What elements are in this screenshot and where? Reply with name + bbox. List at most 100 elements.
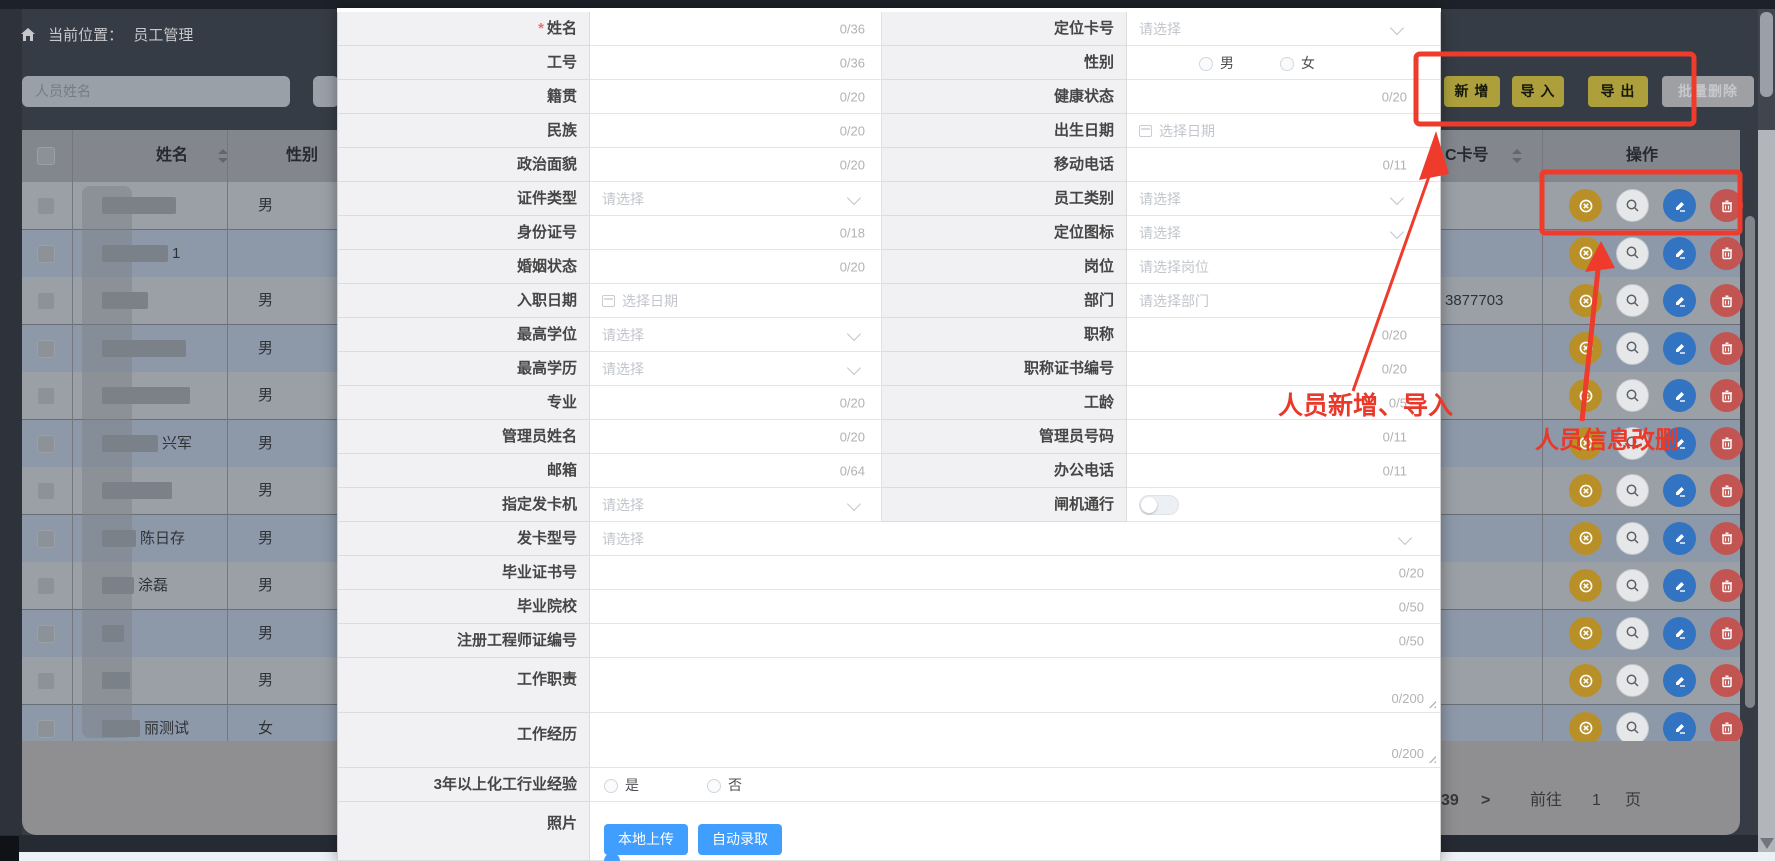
select-placeholder[interactable]: 请选择 <box>602 529 644 549</box>
chevron-down-icon[interactable] <box>1390 224 1404 238</box>
auto-capture-button[interactable]: 自动录取 <box>698 824 782 855</box>
field-input[interactable]: 请选择 <box>590 352 882 386</box>
row-checkbox[interactable] <box>37 340 55 358</box>
field-input[interactable]: 请选择 <box>590 318 882 352</box>
view-icon[interactable] <box>1616 237 1649 270</box>
field-input[interactable]: 请选择 <box>1127 216 1440 250</box>
row-checkbox[interactable] <box>37 530 55 548</box>
table-scrollbar-thumb[interactable] <box>1745 216 1755 708</box>
date-placeholder[interactable]: 选择日期 <box>1159 121 1215 141</box>
page-scrollbar-thumb[interactable] <box>1760 12 1773 97</box>
field-input[interactable]: 请选择 <box>590 522 1440 556</box>
resize-handle-icon[interactable] <box>1426 698 1436 708</box>
delete-icon[interactable] <box>1710 712 1743 745</box>
field-input[interactable]: 0/18 <box>590 216 882 250</box>
input-placeholder[interactable]: 请选择岗位 <box>1139 257 1209 277</box>
view-icon[interactable] <box>1616 284 1649 317</box>
date-placeholder[interactable]: 选择日期 <box>622 291 678 311</box>
field-input[interactable] <box>1127 488 1440 522</box>
view-icon[interactable] <box>1616 569 1649 602</box>
select-placeholder[interactable]: 请选择 <box>1139 189 1181 209</box>
delete-icon[interactable] <box>1710 237 1743 270</box>
card-revoke-icon[interactable] <box>1569 284 1602 317</box>
field-input[interactable]: 选择日期 <box>1127 114 1440 148</box>
add-button[interactable]: 新 增 <box>1444 76 1500 107</box>
radio-option[interactable]: 否 <box>707 775 742 795</box>
select-placeholder[interactable]: 请选择 <box>1139 19 1181 39</box>
field-input[interactable]: 0/20 <box>590 148 882 182</box>
scroll-down-icon[interactable] <box>1743 722 1757 733</box>
row-checkbox[interactable] <box>37 720 55 738</box>
field-input[interactable]: 0/20 <box>590 556 1440 590</box>
delete-icon[interactable] <box>1710 569 1743 602</box>
next-page-button[interactable]: > <box>1481 791 1490 811</box>
edit-icon[interactable] <box>1663 379 1696 412</box>
field-input[interactable]: 0/20 <box>590 80 882 114</box>
view-icon[interactable] <box>1616 522 1649 555</box>
field-input[interactable]: 0/20 <box>590 420 882 454</box>
radio-icon[interactable] <box>1280 57 1294 71</box>
edit-icon[interactable] <box>1663 237 1696 270</box>
search-input[interactable]: 人员姓名 <box>22 76 290 107</box>
edit-icon[interactable] <box>1663 474 1696 507</box>
select-placeholder[interactable]: 请选择 <box>602 495 644 515</box>
field-input[interactable]: 请选择 <box>590 488 882 522</box>
column-header-gender[interactable]: 性别 <box>267 130 337 182</box>
delete-icon[interactable] <box>1710 427 1743 460</box>
select-all-checkbox[interactable] <box>37 147 55 165</box>
card-revoke-icon[interactable] <box>1569 617 1602 650</box>
resize-handle-icon[interactable] <box>1426 753 1436 763</box>
field-input[interactable]: 选择日期 <box>590 284 882 318</box>
radio-option[interactable]: 男 <box>1199 53 1234 73</box>
card-revoke-icon[interactable] <box>1569 522 1602 555</box>
row-checkbox[interactable] <box>37 387 55 405</box>
chevron-down-icon[interactable] <box>847 190 861 204</box>
chevron-down-icon[interactable] <box>847 326 861 340</box>
chevron-down-icon[interactable] <box>1398 530 1412 544</box>
row-checkbox[interactable] <box>37 245 55 263</box>
row-checkbox[interactable] <box>37 672 55 690</box>
row-checkbox[interactable] <box>37 292 55 310</box>
calendar-icon[interactable] <box>1139 125 1152 137</box>
card-revoke-icon[interactable] <box>1569 712 1602 745</box>
chevron-down-icon[interactable] <box>847 496 861 510</box>
edit-icon[interactable] <box>1663 617 1696 650</box>
column-header-ic-card[interactable]: C卡号 <box>1445 130 1489 182</box>
field-input[interactable]: 0/50 <box>590 590 1440 624</box>
field-input[interactable]: 男女 <box>1127 46 1440 80</box>
field-input[interactable]: 0/11 <box>1127 420 1440 454</box>
card-revoke-icon[interactable] <box>1569 237 1602 270</box>
radio-option[interactable]: 女 <box>1280 53 1315 73</box>
local-upload-button[interactable]: 本地上传 <box>604 824 688 855</box>
calendar-icon[interactable] <box>602 295 615 307</box>
view-icon[interactable] <box>1616 617 1649 650</box>
delete-icon[interactable] <box>1710 379 1743 412</box>
view-icon[interactable] <box>1616 332 1649 365</box>
field-input[interactable]: 0/11 <box>1127 148 1440 182</box>
scroll-up-icon[interactable] <box>1743 197 1757 208</box>
select-placeholder[interactable]: 请选择 <box>602 189 644 209</box>
chevron-down-icon[interactable] <box>1390 190 1404 204</box>
sort-icon[interactable] <box>1512 158 1522 163</box>
delete-icon[interactable] <box>1710 664 1743 697</box>
import-button[interactable]: 导 入 <box>1512 76 1564 107</box>
radio-icon[interactable] <box>1199 57 1213 71</box>
card-revoke-icon[interactable] <box>1569 664 1602 697</box>
field-input[interactable]: 0/36 <box>590 46 882 80</box>
column-header-name[interactable]: 姓名 <box>132 130 212 182</box>
view-icon[interactable] <box>1616 189 1649 222</box>
view-icon[interactable] <box>1616 379 1649 412</box>
edit-icon[interactable] <box>1663 284 1696 317</box>
card-revoke-icon[interactable] <box>1569 474 1602 507</box>
field-input[interactable]: 0/20 <box>590 386 882 420</box>
chevron-down-icon[interactable] <box>1390 20 1404 34</box>
edit-icon[interactable] <box>1663 664 1696 697</box>
radio-icon[interactable] <box>604 779 618 793</box>
field-input[interactable]: 0/200 <box>590 658 1440 713</box>
row-checkbox[interactable] <box>37 482 55 500</box>
edit-icon[interactable] <box>1663 522 1696 555</box>
field-input[interactable]: 0/20 <box>1127 352 1440 386</box>
view-icon[interactable] <box>1616 664 1649 697</box>
delete-icon[interactable] <box>1710 617 1743 650</box>
page-scrollbar-track[interactable] <box>1758 130 1775 852</box>
